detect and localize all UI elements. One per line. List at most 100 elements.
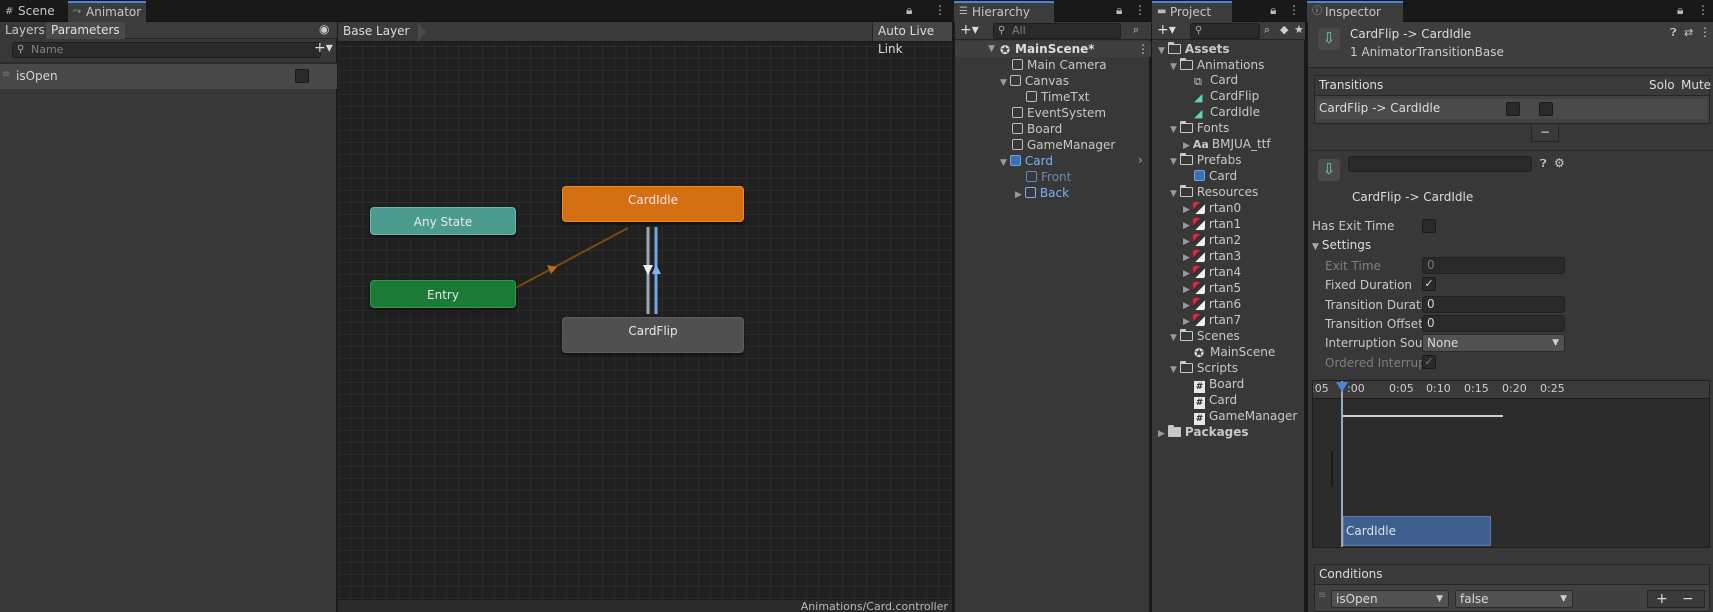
- ordered-interruption-checkbox[interactable]: ✓: [1422, 355, 1436, 369]
- add-condition-button[interactable]: +: [1656, 591, 1668, 607]
- project-item-cardidle-anim[interactable]: ◢ CardIdle: [1194, 104, 1260, 120]
- transition-row[interactable]: CardFlip -> CardIdle: [1317, 99, 1707, 119]
- project-item-card-script[interactable]: # Card: [1194, 392, 1237, 409]
- eye-icon[interactable]: ◉: [319, 22, 329, 36]
- drag-handle-icon[interactable]: ≡: [1318, 590, 1326, 601]
- hierarchy-item-eventsystem[interactable]: EventSystem: [1012, 105, 1106, 121]
- project-item-rtan6[interactable]: ▶ rtan6: [1183, 296, 1241, 312]
- node-entry[interactable]: Entry: [370, 280, 516, 308]
- project-item-board-script[interactable]: # Board: [1194, 376, 1244, 393]
- project-item-card-prefab[interactable]: Card: [1194, 168, 1237, 184]
- help-icon[interactable]: ❓︎: [1670, 26, 1677, 40]
- project-item-gamemanager-script[interactable]: # GameManager: [1194, 408, 1297, 425]
- node-card-idle[interactable]: CardIdle: [562, 186, 744, 222]
- project-item-font[interactable]: ▶ Aa BMJUA_ttf: [1183, 136, 1271, 152]
- tab-layers[interactable]: Layers: [0, 22, 50, 39]
- create-button[interactable]: +▾: [960, 22, 979, 38]
- create-button[interactable]: +▾: [1157, 22, 1176, 38]
- project-folder-packages[interactable]: ▶ Packages: [1158, 424, 1249, 440]
- project-item-rtan1[interactable]: ▶ rtan1: [1183, 216, 1241, 232]
- expand-arrow-icon[interactable]: ▼: [1312, 242, 1319, 252]
- expand-arrow-icon[interactable]: ▼: [1170, 157, 1177, 167]
- remove-condition-button[interactable]: −: [1682, 591, 1694, 607]
- transition-timeline[interactable]: :05 :00 0:05 0:10 0:15 0:20 0:25 CardIdl…: [1312, 380, 1710, 548]
- drag-handle-icon[interactable]: ≡: [2, 69, 10, 80]
- project-item-rtan3[interactable]: ▶ rtan3: [1183, 248, 1241, 264]
- expand-arrow-icon[interactable]: ▼: [1170, 365, 1177, 375]
- lock-icon[interactable]: 🔒︎: [1677, 3, 1683, 18]
- exit-time-field[interactable]: 0: [1422, 257, 1565, 274]
- mute-checkbox[interactable]: [1539, 102, 1553, 116]
- tab-hierarchy[interactable]: ☰ Hierarchy: [954, 1, 1054, 22]
- kebab-menu-icon[interactable]: ⋮: [934, 3, 946, 17]
- lock-icon[interactable]: 🔒︎: [906, 3, 912, 18]
- expand-arrow-icon[interactable]: ▶: [1158, 429, 1165, 439]
- project-folder-assets[interactable]: ▼ Assets: [1158, 41, 1230, 57]
- node-card-flip[interactable]: CardFlip: [562, 317, 744, 353]
- tab-scene[interactable]: # Scene: [0, 1, 63, 22]
- filter-label-icon[interactable]: ◆: [1280, 23, 1288, 36]
- lock-icon[interactable]: 🔒︎: [1116, 3, 1122, 18]
- chevron-right-icon[interactable]: ›: [1138, 153, 1143, 167]
- timeline-clip-cardidle[interactable]: CardIdle: [1343, 516, 1491, 546]
- kebab-menu-icon[interactable]: ⋮: [1697, 3, 1709, 17]
- parameter-search-input[interactable]: ⚲ Name: [12, 42, 321, 58]
- project-item-cardflip-anim[interactable]: ◢ CardFlip: [1194, 88, 1259, 104]
- hierarchy-search-input[interactable]: ⚲ All: [993, 23, 1121, 39]
- settings-gear-icon[interactable]: ⚙: [1554, 156, 1565, 170]
- expand-arrow-icon[interactable]: ▼: [1170, 189, 1177, 199]
- project-folder-fonts[interactable]: ▼ Fonts: [1170, 120, 1229, 136]
- tab-parameters[interactable]: Parameters: [46, 22, 125, 39]
- project-item-rtan2[interactable]: ▶ rtan2: [1183, 232, 1241, 248]
- parameter-name[interactable]: isOpen: [16, 69, 58, 83]
- expand-arrow-icon[interactable]: ▶: [1183, 141, 1190, 151]
- condition-parameter-dropdown[interactable]: isOpen ▼: [1331, 590, 1449, 608]
- interruption-source-dropdown[interactable]: None ▼: [1422, 334, 1565, 352]
- add-parameter-plus-icon[interactable]: +▾: [314, 40, 333, 56]
- hierarchy-item-back[interactable]: ▶ Back: [1015, 185, 1069, 201]
- animator-graph[interactable]: Base Layer Auto Live Link Any State Entr…: [338, 22, 952, 612]
- remove-transition-button[interactable]: −: [1531, 124, 1559, 142]
- tab-animator[interactable]: ⤳ Animator: [68, 1, 146, 22]
- expand-arrow-icon[interactable]: ▼: [988, 41, 995, 57]
- project-item-rtan4[interactable]: ▶ rtan4: [1183, 264, 1241, 280]
- hierarchy-item-canvas[interactable]: ▼ Canvas: [1000, 73, 1069, 89]
- solo-checkbox[interactable]: [1506, 102, 1520, 116]
- expand-arrow-icon[interactable]: ▼: [1170, 62, 1177, 72]
- scene-search-icon[interactable]: ⌕: [1133, 23, 1139, 37]
- kebab-menu-icon[interactable]: ⋮: [1288, 3, 1300, 17]
- parameter-bool-checkbox[interactable]: [295, 69, 309, 83]
- transition-name-input[interactable]: [1348, 156, 1532, 172]
- expand-arrow-icon[interactable]: ▼: [1158, 46, 1165, 56]
- parameter-row[interactable]: ≡ isOpen: [0, 64, 337, 89]
- hierarchy-item-card[interactable]: ▼ Card: [1000, 153, 1053, 169]
- transition-duration-field[interactable]: 0: [1422, 296, 1565, 313]
- project-folder-scenes[interactable]: ▼ Scenes: [1170, 328, 1240, 344]
- scene-row[interactable]: ▼ ✪ MainScene* ⋮: [955, 41, 1151, 57]
- expand-arrow-icon[interactable]: ▼: [1000, 78, 1007, 88]
- hierarchy-item-main-camera[interactable]: Main Camera: [1012, 57, 1107, 73]
- expand-arrow-icon[interactable]: ▼: [1000, 158, 1007, 168]
- settings-foldout[interactable]: ▼ Settings: [1312, 238, 1371, 252]
- project-item-rtan7[interactable]: ▶ rtan7: [1183, 312, 1241, 328]
- favorite-icon[interactable]: ★: [1294, 23, 1304, 36]
- tab-inspector[interactable]: ⓘ Inspector: [1307, 1, 1403, 22]
- hierarchy-item-board[interactable]: Board: [1012, 121, 1062, 137]
- transition-offset-field[interactable]: 0: [1422, 315, 1565, 332]
- kebab-menu-icon[interactable]: ⋮: [1699, 25, 1711, 39]
- project-folder-animations[interactable]: ▼ Animations: [1170, 57, 1264, 73]
- filter-type-icon[interactable]: ⌕: [1264, 23, 1270, 37]
- kebab-menu-icon[interactable]: ⋮: [1134, 3, 1146, 17]
- kebab-menu-icon[interactable]: ⋮: [1137, 41, 1149, 57]
- project-item-card-controller[interactable]: ⧉ Card: [1194, 72, 1238, 88]
- project-folder-scripts[interactable]: ▼ Scripts: [1170, 360, 1238, 376]
- preset-icon[interactable]: ⇄: [1684, 26, 1693, 39]
- condition-value-dropdown[interactable]: false ▼: [1455, 590, 1573, 608]
- project-folder-resources[interactable]: ▼ Resources: [1170, 184, 1258, 200]
- node-any-state[interactable]: Any State: [370, 207, 516, 235]
- project-folder-prefabs[interactable]: ▼ Prefabs: [1170, 152, 1241, 168]
- hierarchy-item-front[interactable]: Front: [1026, 169, 1071, 185]
- project-item-mainscene[interactable]: ✪ MainScene: [1194, 344, 1275, 360]
- lock-icon[interactable]: 🔒︎: [1270, 3, 1276, 18]
- expand-arrow-icon[interactable]: ▶: [1015, 190, 1022, 200]
